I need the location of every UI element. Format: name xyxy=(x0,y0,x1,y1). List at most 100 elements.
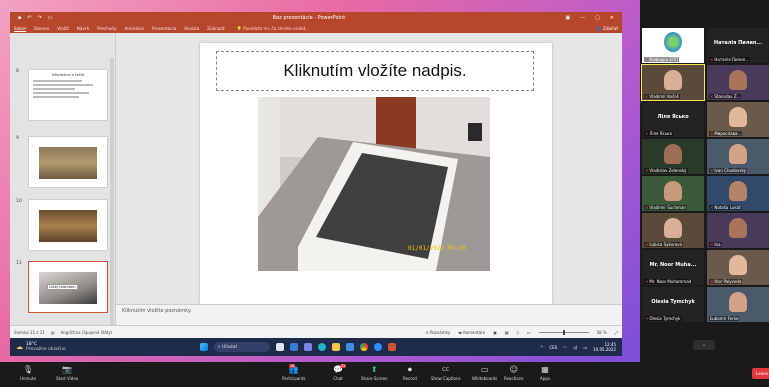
thumb-line xyxy=(33,83,93,86)
participant-tile[interactable]: ✕Мирослава... xyxy=(707,102,769,137)
show-captions-label: Show Captions xyxy=(431,376,461,381)
ppt-titlebar: ▪ ↶ ↷ ▭ Bez prezentácie - PowerPoint ▣ —… xyxy=(10,12,622,24)
participant-tile[interactable]: ✕Nataša Lukáč xyxy=(707,176,769,211)
comments-toggle[interactable]: ▬ Komentáre xyxy=(458,330,485,335)
language-status[interactable]: Angličtina (Spojené štáty) xyxy=(61,330,113,335)
participant-name-text: Ivan Chudovský xyxy=(714,168,747,173)
zoom-gallery-panel: ✕Кафедра ЕПП Наталія Пилип... ✕Наталія Пил… xyxy=(640,22,769,362)
zoom-slider-thumb[interactable] xyxy=(562,329,565,335)
windows-taskbar: ☁ 18°C Prevažne oblačno ⌕ Hľadať ^ CES ◠… xyxy=(10,338,622,356)
participant-tile[interactable]: Mr. Noor Muha... ✕Mr. Noor Muhammad xyxy=(642,250,704,285)
participant-tile[interactable]: Наталія Пилип... ✕Наталія Пилип... xyxy=(707,28,769,63)
participant-tile[interactable]: Ľubomír Ferko xyxy=(707,287,769,322)
participant-tile[interactable]: Olesia Tymchyk ✕Olesia Tymchyk xyxy=(642,287,704,322)
whiteboards-label: Whiteboards xyxy=(472,376,498,381)
participant-tile[interactable]: ✕Ihor Palyvoda xyxy=(707,250,769,285)
tray-chevron-icon[interactable]: ^ xyxy=(540,345,543,350)
thumbnails-scrollbar[interactable] xyxy=(110,58,114,338)
windows-start-icon[interactable] xyxy=(200,343,208,351)
participant-tile[interactable]: ✕Vladimír Šuchman xyxy=(642,176,704,211)
file-explorer-icon[interactable] xyxy=(332,343,340,351)
battery-icon[interactable]: ▭ xyxy=(583,345,587,350)
notes-toggle[interactable]: ≙ Poznámky xyxy=(425,330,450,335)
zoom-level[interactable]: 58 % xyxy=(597,330,607,335)
participant-tile[interactable]: ✕Ľubica Sykorová xyxy=(642,213,704,248)
explorer-icon[interactable] xyxy=(290,343,298,351)
wifi-icon[interactable]: ◠ xyxy=(563,345,567,350)
share-button[interactable]: 👤 Zdieľať xyxy=(596,26,618,32)
edge-icon[interactable] xyxy=(318,343,326,351)
lang-indicator[interactable]: CES xyxy=(549,345,557,350)
mic-muted-icon: ✕ xyxy=(645,242,649,247)
reading-view-icon[interactable]: ▯ xyxy=(517,330,519,335)
gallery-collapse-button[interactable]: ⌄ xyxy=(693,340,715,350)
unmute-button[interactable]: 🎙 Unmute xyxy=(20,365,36,381)
show-captions-button[interactable]: CC Show Captions xyxy=(431,365,461,382)
participant-tile[interactable]: Ліля Ясько ✕Ліля Ясько xyxy=(642,102,704,137)
slide-thumbnail-11[interactable]: Ľahký talentkem xyxy=(28,261,108,313)
close-icon[interactable]: ✕ xyxy=(610,15,614,21)
task-view-icon[interactable] xyxy=(276,343,284,351)
notes-pane[interactable]: Kliknutím vložíte poznámky. xyxy=(116,304,622,325)
redo-icon[interactable]: ↷ xyxy=(38,15,42,21)
tab-slideshow[interactable]: Prezentácia xyxy=(152,26,176,31)
minimize-icon[interactable]: — xyxy=(580,15,585,21)
zoom-app-icon[interactable] xyxy=(374,343,382,351)
taskbar-search[interactable]: ⌕ Hľadať xyxy=(214,342,270,352)
apps-button[interactable]: ▦ Apps xyxy=(540,365,550,381)
maximize-icon[interactable]: ▢ xyxy=(595,15,600,21)
start-video-button[interactable]: 📷 Start Video xyxy=(56,365,78,381)
chat-button[interactable]: 💬 22 Chat xyxy=(333,364,347,381)
participant-tile[interactable]: ✕Vladimír Kočeš xyxy=(641,64,705,101)
undo-icon[interactable]: ↶ xyxy=(27,15,31,21)
leave-button[interactable]: Leave xyxy=(752,368,769,379)
tab-review[interactable]: Revízia xyxy=(184,26,199,31)
tell-me-search[interactable]: 💡 Povedzte mi, čo chcete urobiť... xyxy=(237,26,310,32)
record-button[interactable]: ⏺ Record xyxy=(403,365,417,382)
tab-design[interactable]: Návrh xyxy=(77,26,89,31)
participant-name-text: Ina xyxy=(714,242,721,247)
tab-file[interactable]: Súbor xyxy=(14,26,26,31)
normal-view-icon[interactable]: ▣ xyxy=(493,330,497,335)
share-label: Zdieľať xyxy=(602,25,618,31)
participant-tile[interactable]: ✕Stanislav Z... xyxy=(707,65,769,100)
reactions-button[interactable]: ☺ Reactions xyxy=(504,365,523,381)
slide-photo[interactable]: 01/01/2022 00:20 xyxy=(258,97,490,271)
tab-transitions[interactable]: Prechody xyxy=(97,26,116,31)
participants-button[interactable]: 👥 18 Participants xyxy=(282,364,306,381)
current-slide[interactable]: Kliknutím vložíte nadpis. 01/01/2022 00:… xyxy=(200,43,552,306)
weather-widget[interactable]: ☁ 18°C Prevažne oblačno xyxy=(16,342,66,352)
share-screen-button[interactable]: ⬆ Share Screen xyxy=(361,365,388,381)
volume-icon[interactable]: ◁) xyxy=(573,345,578,350)
ribbon-display-icon[interactable]: ▣ xyxy=(565,15,570,21)
slideshow-view-icon[interactable]: ▭ xyxy=(527,330,531,335)
participant-tile[interactable]: ✕Vladislav Zelenský xyxy=(642,139,704,174)
powerpoint-app-icon[interactable] xyxy=(388,343,396,351)
participant-tile[interactable]: ✕Кафедра ЕПП xyxy=(642,28,704,63)
slide-thumbnail-10[interactable] xyxy=(28,199,108,251)
teams-icon[interactable] xyxy=(304,343,312,351)
store-icon[interactable] xyxy=(346,343,354,351)
tab-home[interactable]: Domov xyxy=(34,26,49,31)
tab-animations[interactable]: Animácie xyxy=(125,26,144,31)
save-icon[interactable]: ▪ xyxy=(18,15,21,21)
slide-thumbnail-9[interactable] xyxy=(28,136,108,188)
sorter-view-icon[interactable]: ▦ xyxy=(505,330,509,335)
participant-tile[interactable]: ✕Ina xyxy=(707,213,769,248)
tab-insert[interactable]: Vložiť xyxy=(57,26,69,31)
slide-title-placeholder[interactable]: Kliknutím vložíte nadpis. xyxy=(216,51,534,91)
fit-slide-icon[interactable]: ⤢ xyxy=(615,330,618,335)
participant-tile[interactable]: ✕Ivan Chudovský xyxy=(707,139,769,174)
participant-name-text: Ihor Palyvoda xyxy=(714,279,742,284)
unmute-label: Unmute xyxy=(20,376,36,381)
clock[interactable]: 12:45 10.05.2022 xyxy=(593,342,616,352)
whiteboards-button[interactable]: ▭ Whiteboards xyxy=(472,365,497,381)
participant-name-text: Olesia Tymchyk xyxy=(649,316,681,321)
spellcheck-icon[interactable]: ▤ xyxy=(51,330,55,335)
chrome-icon[interactable] xyxy=(360,343,368,351)
zoom-slider[interactable] xyxy=(538,329,589,335)
tab-view[interactable]: Zobraziť xyxy=(207,26,224,31)
slide-thumbnail-8[interactable]: Informácie o tečte xyxy=(28,69,108,121)
thumb-photo xyxy=(39,210,97,242)
participant-name: ✕Vladimír Kočeš xyxy=(644,94,680,99)
